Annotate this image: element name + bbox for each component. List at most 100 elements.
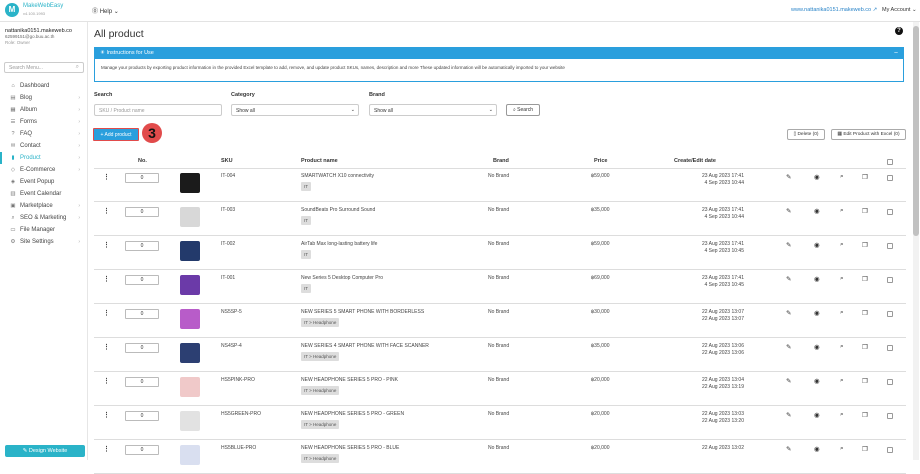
sidebar-item-product[interactable]: ▮ Product › [0, 152, 88, 164]
more-options-icon[interactable]: ⋮ [103, 309, 110, 317]
row-checkbox[interactable] [887, 311, 893, 317]
edit-icon[interactable]: ✎ [786, 173, 791, 181]
product-name[interactable]: NEW HEADPHONE SERIES 5 PRO - BLUE [301, 445, 399, 451]
product-name[interactable]: AirTab Max long-lasting battery life [301, 241, 377, 247]
more-options-icon[interactable]: ⋮ [103, 173, 110, 181]
table-row[interactable]: ⋮ 0 IT-004 SMARTWATCH X10 connectivity IT No … [94, 169, 906, 202]
table-row[interactable]: ⋮ 0 IT-001 New Series 5 Desktop Computer Pr… [94, 271, 906, 304]
copy-icon[interactable]: ❐ [862, 275, 868, 283]
sidebar-item-event-popup[interactable]: ◈ Event Popup [0, 176, 88, 188]
table-row[interactable]: ⋮ 0 NS5SP-5 NEW SERIES 5 SMART PHONE WITH B… [94, 305, 906, 338]
sidebar-item-forms[interactable]: ☰ Forms › [0, 116, 88, 128]
row-checkbox[interactable] [887, 175, 893, 181]
edit-icon[interactable]: ✎ [786, 241, 791, 249]
product-name[interactable]: NEW HEADPHONE SERIES 5 PRO - GREEN [301, 411, 404, 417]
product-name[interactable]: New Series 5 Desktop Computer Pro [301, 275, 383, 281]
product-search-input[interactable]: SKU / Product name [94, 104, 222, 116]
add-product-button[interactable]: + Add product [93, 128, 139, 141]
delete-button[interactable]: ▯ Delete (0) [787, 129, 825, 140]
column-header-name[interactable]: Product name [301, 158, 338, 164]
copy-icon[interactable]: ❐ [862, 411, 868, 419]
view-icon[interactable]: ◉ [814, 445, 820, 453]
order-number-input[interactable]: 0 [125, 377, 159, 387]
product-name[interactable]: NEW HEADPHONE SERIES 5 PRO - PINK [301, 377, 398, 383]
row-checkbox[interactable] [887, 277, 893, 283]
row-checkbox[interactable] [887, 209, 893, 215]
sidebar-item-e-commerce[interactable]: ◇ E-Commerce › [0, 164, 88, 176]
edit-icon[interactable]: ✎ [786, 343, 791, 351]
copy-icon[interactable]: ❐ [862, 173, 868, 181]
row-checkbox[interactable] [887, 413, 893, 419]
more-options-icon[interactable]: ⋮ [103, 445, 110, 453]
site-link[interactable]: www.nattanika0151.makeweb.co ↗ [791, 7, 877, 13]
column-header-no[interactable]: No. [138, 158, 147, 164]
search-icon[interactable]: ⌕ [840, 411, 844, 419]
search-icon[interactable]: ⌕ [840, 207, 844, 215]
column-header-sku[interactable]: SKU [221, 158, 233, 164]
instructions-header[interactable]: ☀ Instructions for Use − [95, 48, 903, 59]
order-number-input[interactable]: 0 [125, 207, 159, 217]
search-icon[interactable]: ⌕ [840, 173, 844, 181]
sidebar-item-blog[interactable]: ▤ Blog › [0, 92, 88, 104]
row-checkbox[interactable] [887, 379, 893, 385]
column-header-price[interactable]: Price [594, 158, 607, 164]
order-number-input[interactable]: 0 [125, 275, 159, 285]
table-row[interactable]: ⋮ 0 NS4SP-4 NEW SERIES 4 SMART PHONE WITH F… [94, 339, 906, 372]
product-name[interactable]: SoundBeats Pro Surround Sound [301, 207, 375, 213]
brand-select[interactable]: Show all ⌄ [369, 104, 497, 116]
table-row[interactable]: ⋮ 0 IT-003 SoundBeats Pro Surround Sound IT N… [94, 203, 906, 236]
table-row[interactable]: ⋮ 0 HS5PINK-PRO NEW HEADPHONE SERIES 5 PRO … [94, 373, 906, 406]
search-icon[interactable]: ⌕ [840, 377, 844, 385]
row-checkbox[interactable] [887, 345, 893, 351]
category-select[interactable]: Show all ⌄ [231, 104, 359, 116]
order-number-input[interactable]: 0 [125, 343, 159, 353]
page-scrollbar[interactable] [913, 22, 919, 460]
sidebar-item-site-settings[interactable]: ⚙ Site Settings › [0, 236, 88, 248]
search-button[interactable]: ⌕ Search [506, 104, 540, 116]
edit-excel-button[interactable]: ▦ Edit Product with Excel (0) [831, 129, 906, 140]
search-icon[interactable]: ⌕ [840, 275, 844, 283]
view-icon[interactable]: ◉ [814, 241, 820, 249]
more-options-icon[interactable]: ⋮ [103, 343, 110, 351]
copy-icon[interactable]: ❐ [862, 377, 868, 385]
edit-icon[interactable]: ✎ [786, 377, 791, 385]
sidebar-item-dashboard[interactable]: ⌂ Dashboard [0, 80, 88, 92]
product-name[interactable]: NEW SERIES 5 SMART PHONE WITH BORDERLESS [301, 309, 424, 315]
sidebar-search-input[interactable]: Search Menu... ⌕ [4, 62, 84, 73]
sidebar-item-file-manager[interactable]: ▭ File Manager [0, 224, 88, 236]
order-number-input[interactable]: 0 [125, 309, 159, 319]
table-row[interactable]: ⋮ 0 IT-002 AirTab Max long-lasting battery … [94, 237, 906, 270]
search-icon[interactable]: ⌕ [840, 241, 844, 249]
edit-icon[interactable]: ✎ [786, 445, 791, 453]
view-icon[interactable]: ◉ [814, 275, 820, 283]
copy-icon[interactable]: ❐ [862, 343, 868, 351]
edit-icon[interactable]: ✎ [786, 411, 791, 419]
order-number-input[interactable]: 0 [125, 173, 159, 183]
view-icon[interactable]: ◉ [814, 377, 820, 385]
sidebar-item-contact[interactable]: ✉ Contact › [0, 140, 88, 152]
sidebar-item-seo-marketing[interactable]: ⌕ SEO & Marketing › [0, 212, 88, 224]
help-menu[interactable]: ⓪ Help ⌄ [92, 6, 119, 15]
sidebar-item-album[interactable]: ▦ Album › [0, 104, 88, 116]
view-icon[interactable]: ◉ [814, 411, 820, 419]
minimize-icon[interactable]: − [894, 48, 898, 59]
table-row[interactable]: ⋮ 0 HS5BLUE-PRO NEW HEADPHONE SERIES 5 PRO … [94, 441, 906, 474]
app-logo[interactable]: M MakeWebEasy v4.100.1993 [5, 3, 63, 17]
sidebar-item-event-calendar[interactable]: ▥ Event Calendar [0, 188, 88, 200]
row-checkbox[interactable] [887, 243, 893, 249]
column-header-date[interactable]: Create/Edit date [674, 158, 716, 164]
edit-icon[interactable]: ✎ [786, 275, 791, 283]
view-icon[interactable]: ◉ [814, 207, 820, 215]
column-header-brand[interactable]: Brand [493, 158, 509, 164]
order-number-input[interactable]: 0 [125, 445, 159, 455]
edit-icon[interactable]: ✎ [786, 309, 791, 317]
view-icon[interactable]: ◉ [814, 343, 820, 351]
more-options-icon[interactable]: ⋮ [103, 377, 110, 385]
view-icon[interactable]: ◉ [814, 309, 820, 317]
order-number-input[interactable]: 0 [125, 241, 159, 251]
product-name[interactable]: SMARTWATCH X10 connectivity [301, 173, 374, 179]
account-menu[interactable]: My Account ⌄ [882, 7, 917, 13]
scrollbar-thumb[interactable] [913, 26, 919, 236]
help-icon[interactable]: ? [895, 27, 903, 35]
search-icon[interactable]: ⌕ [840, 445, 844, 453]
